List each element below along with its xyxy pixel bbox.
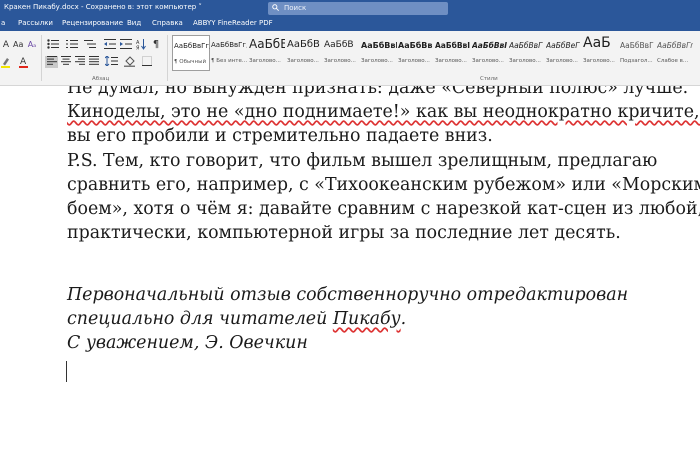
justify-icon[interactable] [88,56,100,68]
clear-format-icon[interactable]: Aₐ [27,39,37,51]
title-bar: Кракен Пикабу.docx - Сохранено в: этот к… [0,0,700,17]
style-heading-7[interactable]: АаБбВвI Заголово... [471,35,507,69]
search-box[interactable]: Поиск [268,2,448,15]
style-title[interactable]: АаБ Заголово... [582,35,618,69]
tab-review[interactable]: Рецензирование [62,19,123,27]
paragraph-2[interactable]: P.S. Тем, кто говорит, что фильм вышел з… [67,149,700,245]
style-normal[interactable]: АаБбВвГг, ¶ Обычный [172,35,210,71]
style-subtle-emphasis[interactable]: АаБбВвГг Слабое в... [656,35,694,69]
style-no-spacing[interactable]: АаБбВвГг, ¶ Без инте... [210,35,247,69]
bullets-icon[interactable] [47,39,59,51]
tab-layout[interactable]: а [1,19,5,27]
style-heading-2[interactable]: АаБбВ Заголово... [286,35,322,69]
increase-indent-icon[interactable] [120,39,132,51]
text-cursor [66,361,67,382]
paragraph-1[interactable]: Не думал, но вынужден признать: даже «Се… [67,86,700,148]
text-line: С уважением, Э. Овечкин [67,333,308,353]
highlight-icon[interactable] [1,56,11,68]
text-line: Не думал, но вынужден признать: даже «Се… [67,86,689,98]
tab-help[interactable]: Справка [152,19,183,27]
align-center-icon[interactable] [60,56,72,68]
search-icon [272,4,279,11]
tab-mailings[interactable]: Рассылки [18,19,53,27]
shading-icon[interactable] [124,56,136,68]
paragraph-group-label: Абзац [92,76,110,82]
text-line: сравнить его, например, с «Тихоокеанским… [67,175,700,195]
separator [167,35,168,81]
show-formatting-icon[interactable]: ¶ [151,39,161,51]
svg-text:Я: Я [136,46,139,51]
style-heading-3[interactable]: АаБбВ Заголово... [323,35,359,69]
ribbon: A Aa Aₐ A AЯ ¶ Абзац АаБбВвГг, ¶ Обычный… [0,31,700,86]
svg-text:A: A [20,57,27,67]
font-size-decrease-icon[interactable]: A [2,39,10,51]
text-line-part: . [400,309,407,329]
line-spacing-icon[interactable] [104,55,118,68]
text-line: Киноделы, это не «дно поднимаете!» как в… [67,100,700,124]
decrease-indent-icon[interactable] [104,39,116,51]
text-line: боем», хотя о чём я: давайте сравним с н… [67,199,700,219]
style-heading-8[interactable]: АаБбВвГ Заголово... [508,35,544,69]
text-line: Первоначальный отзыв собственноручно отр… [67,285,629,305]
separator [41,35,42,81]
text-line-part: Киноделы, это не «дно поднимаете!» как в… [67,102,700,122]
style-heading-5[interactable]: АаБбВв Заголово... [397,35,433,69]
numbering-icon[interactable] [66,39,78,51]
text-line-part: специально для читателей [67,309,333,329]
misspelled-word: Пикабу [332,309,401,329]
ribbon-tabs: а Рассылки Рецензирование Вид Справка AB… [0,17,700,31]
document-page[interactable]: Не думал, но вынужден признать: даже «Се… [0,86,700,457]
tab-abbyy[interactable]: ABBYY FineReader PDF [193,19,273,27]
sort-icon[interactable]: AЯ [136,39,146,52]
align-left-icon[interactable] [45,56,58,68]
tab-view[interactable]: Вид [127,19,141,27]
style-heading-6[interactable]: АаБбВвI Заголово... [434,35,470,69]
style-subtitle[interactable]: АаБбВвГ Подзагол... [619,35,655,69]
font-color-icon[interactable]: A [19,56,29,68]
document-title[interactable]: Кракен Пикабу.docx - Сохранено в: этот к… [4,3,202,11]
align-right-icon[interactable] [74,56,86,68]
text-line: специально для читателей Пикабу. [67,307,628,331]
search-placeholder: Поиск [284,4,307,12]
multilevel-list-icon[interactable] [84,39,96,51]
borders-icon[interactable] [141,56,153,68]
style-heading-1[interactable]: АаБбВ Заголово... [248,35,285,69]
text-line: вы его пробили и стремительно падаете вн… [67,126,493,146]
styles-group-label: Стили [480,76,498,82]
text-line: P.S. Тем, кто говорит, что фильм вышел з… [67,151,658,171]
style-heading-4[interactable]: АаБбВвI Заголово... [360,35,397,69]
text-line: практически, компьютерной игры за послед… [67,223,621,243]
change-case-icon[interactable]: Aa [13,39,23,51]
style-heading-9[interactable]: АаБбВеГ Заголово... [545,35,581,69]
paragraph-3-signature[interactable]: Первоначальный отзыв собственноручно отр… [67,283,628,355]
